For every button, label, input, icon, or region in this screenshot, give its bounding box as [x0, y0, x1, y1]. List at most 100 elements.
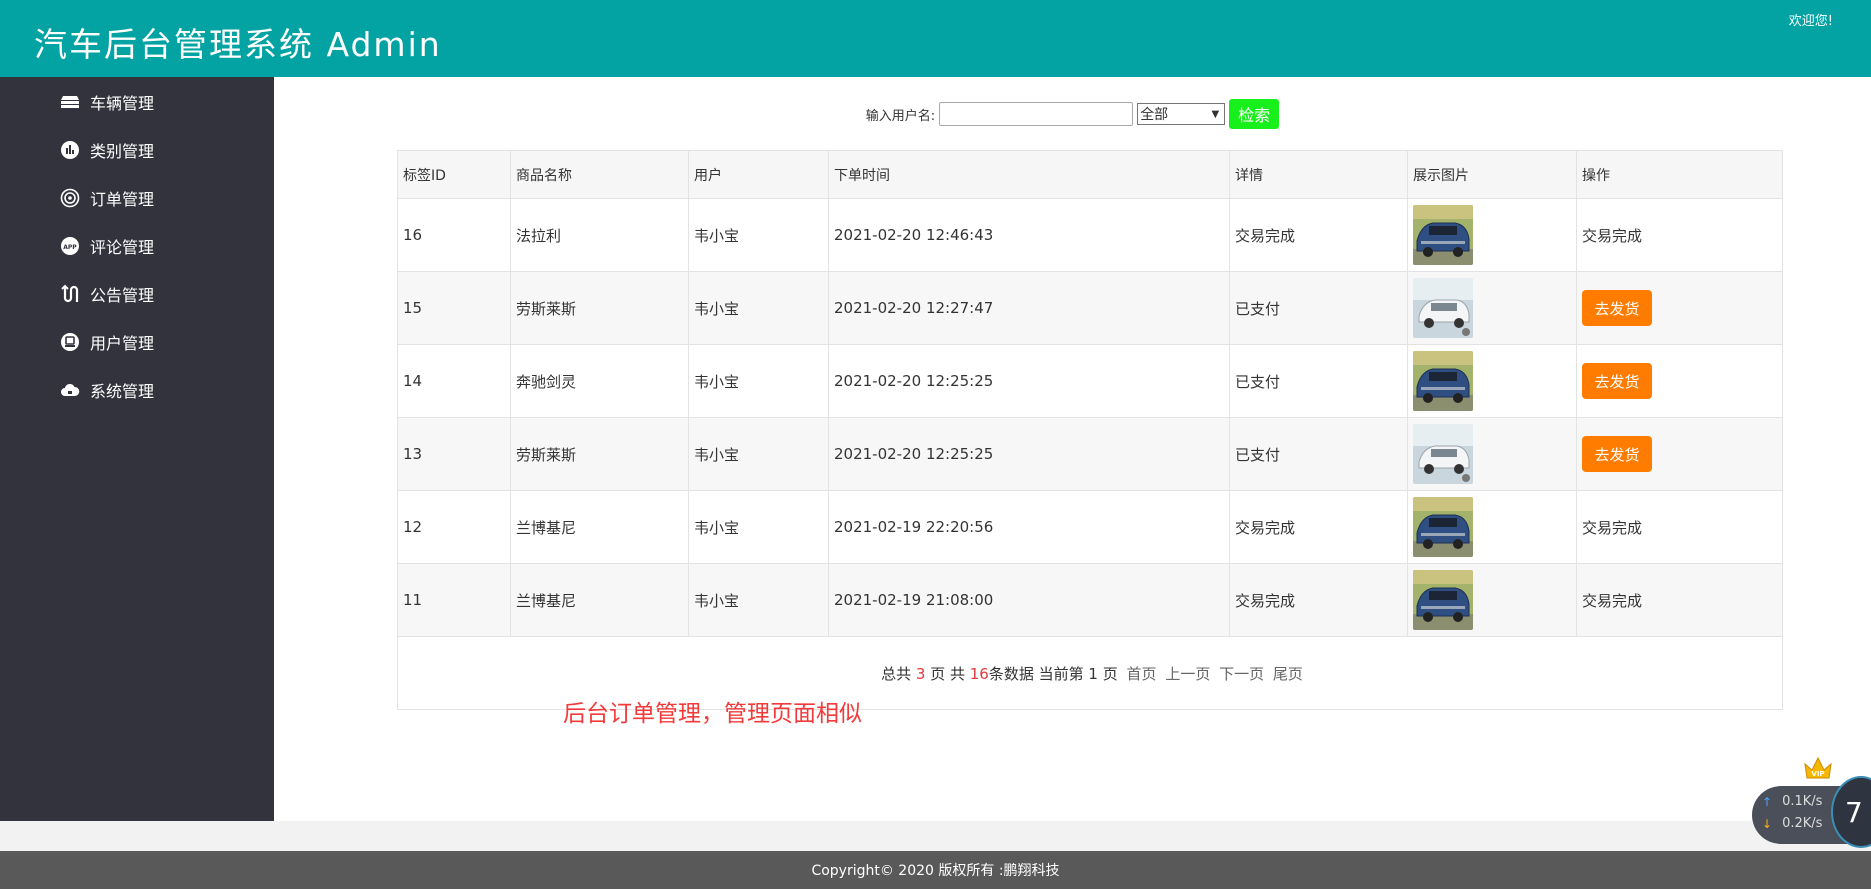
sidebar-item-label: 用户管理: [90, 334, 155, 353]
table-row: 11 兰博基尼 韦小宝 2021-02-19 21:08:00 交易完成 交易完成: [397, 563, 1783, 637]
order-time-cell: 2021-02-19 21:08:00: [828, 563, 1230, 637]
sidebar-item-label: 订单管理: [90, 190, 155, 209]
order-id-cell: 15: [397, 271, 511, 345]
detail-cell: 已支付: [1229, 417, 1408, 491]
pager-text: 总共: [881, 664, 912, 683]
total-pages: 3: [915, 664, 926, 683]
action-cell: 去发货: [1576, 417, 1783, 491]
product-name-cell: 奔驰剑灵: [510, 344, 689, 418]
total-records: 16: [969, 664, 989, 683]
first-page-link[interactable]: 首页: [1127, 665, 1157, 683]
user-icon: [58, 330, 82, 354]
current-page: 1: [1088, 664, 1098, 683]
car-image: [1413, 351, 1473, 411]
table-row: 16 法拉利 韦小宝 2021-02-20 12:46:43 交易完成 交易完成: [397, 198, 1783, 272]
last-page-link[interactable]: 尾页: [1273, 665, 1303, 683]
column-header: 展示图片: [1407, 150, 1577, 199]
detail-cell: 交易完成: [1229, 490, 1408, 564]
order-id-cell: 12: [397, 490, 511, 564]
product-name-cell: 劳斯莱斯: [510, 417, 689, 491]
table-row: 13 劳斯莱斯 韦小宝 2021-02-20 12:25:25 已支付 去发货: [397, 417, 1783, 491]
upload-speed: ↑ 0.1K/s: [1762, 794, 1822, 809]
footer: Copyright© 2020 版权所有 :鹏翔科技: [0, 851, 1871, 889]
user-cell: 韦小宝: [688, 344, 829, 418]
image-cell: [1407, 198, 1577, 272]
pager-text: 页: [1102, 664, 1118, 683]
product-name-cell: 兰博基尼: [510, 563, 689, 637]
app-icon: APP: [58, 234, 82, 258]
column-header: 详情: [1229, 150, 1408, 199]
sidebar: 车辆管理 类别管理 订单管理 APP 评论管理 公告管理 用户管理 系统管理: [0, 77, 274, 821]
car-image: [1413, 570, 1473, 630]
vip-label: VIP: [1811, 770, 1824, 778]
image-cell: [1407, 344, 1577, 418]
order-time-cell: 2021-02-20 12:46:43: [828, 198, 1230, 272]
svg-text:APP: APP: [63, 244, 77, 251]
sidebar-item-label: 系统管理: [90, 382, 155, 401]
image-cell: [1407, 563, 1577, 637]
detail-cell: 交易完成: [1229, 563, 1408, 637]
status-filter-select[interactable]: 全部 ▼: [1137, 103, 1226, 125]
user-cell: 韦小宝: [688, 198, 829, 272]
download-speed-value: 0.2K/s: [1782, 816, 1823, 831]
filter-selected-value: 全部: [1140, 107, 1169, 123]
column-header: 用户: [688, 150, 829, 199]
action-cell: 交易完成: [1576, 563, 1783, 637]
action-status-text: 交易完成: [1582, 226, 1643, 245]
sidebar-item-comments[interactable]: APP 评论管理: [58, 231, 258, 261]
crown-icon: VIP: [1804, 756, 1832, 786]
image-cell: [1407, 271, 1577, 345]
username-search-input[interactable]: [939, 102, 1134, 126]
table-row: 12 兰博基尼 韦小宝 2021-02-19 22:20:56 交易完成 交易完成: [397, 490, 1783, 564]
detail-cell: 交易完成: [1229, 198, 1408, 272]
column-header: 操作: [1576, 150, 1783, 199]
ship-order-button[interactable]: 去发货: [1582, 436, 1652, 472]
order-id-cell: 11: [397, 563, 511, 637]
gauge-number: 7: [1845, 795, 1863, 829]
dropdown-arrow-icon: ▼: [1211, 108, 1220, 120]
sidebar-item-categories[interactable]: 类别管理: [58, 135, 258, 165]
target-icon: [58, 186, 82, 210]
action-status-text: 交易完成: [1582, 518, 1643, 537]
ship-order-button[interactable]: 去发货: [1582, 290, 1652, 326]
column-header: 商品名称: [510, 150, 689, 199]
image-cell: [1407, 490, 1577, 564]
user-cell: 韦小宝: [688, 271, 829, 345]
order-time-cell: 2021-02-20 12:27:47: [828, 271, 1230, 345]
sidebar-item-label: 车辆管理: [90, 94, 155, 113]
action-status-text: 交易完成: [1582, 591, 1643, 610]
order-time-cell: 2021-02-20 12:25:25: [828, 417, 1230, 491]
ship-order-button[interactable]: 去发货: [1582, 363, 1652, 399]
product-name-cell: 兰博基尼: [510, 490, 689, 564]
sidebar-item-label: 评论管理: [90, 238, 155, 257]
search-button[interactable]: 检索: [1229, 99, 1280, 129]
table-header-row: 标签ID 商品名称 用户 下单时间 详情 展示图片 操作: [397, 150, 1783, 199]
cloud-icon: [58, 378, 82, 402]
sidebar-item-vehicles[interactable]: 车辆管理: [58, 87, 258, 117]
column-header: 下单时间: [828, 150, 1230, 199]
sidebar-item-orders[interactable]: 订单管理: [58, 183, 258, 213]
download-arrow-icon: ↓: [1762, 816, 1773, 831]
table-row: 14 奔驰剑灵 韦小宝 2021-02-20 12:25:25 已支付 去发货: [397, 344, 1783, 418]
car-image: [1413, 205, 1473, 265]
sidebar-item-users[interactable]: 用户管理: [58, 327, 258, 357]
prev-page-link[interactable]: 上一页: [1165, 665, 1210, 683]
car-image: [1413, 497, 1473, 557]
order-id-cell: 13: [397, 417, 511, 491]
search-bar: 输入用户名: 全部 ▼ 检索: [274, 99, 1871, 129]
sidebar-item-label: 公告管理: [90, 286, 155, 305]
order-time-cell: 2021-02-20 12:25:25: [828, 344, 1230, 418]
orders-table: 标签ID 商品名称 用户 下单时间 详情 展示图片 操作 16 法拉利 韦小宝 202…: [397, 150, 1783, 710]
action-cell: 去发货: [1576, 344, 1783, 418]
sidebar-item-notices[interactable]: 公告管理: [58, 279, 258, 309]
next-page-link[interactable]: 下一页: [1219, 665, 1264, 683]
sidebar-item-system[interactable]: 系统管理: [58, 375, 258, 405]
swap-icon: [58, 282, 82, 306]
action-cell: 交易完成: [1576, 490, 1783, 564]
main-content: 输入用户名: 全部 ▼ 检索 标签ID 商品名称 用户 下单时间 详情 展示图片…: [274, 77, 1871, 821]
download-speed: ↓ 0.2K/s: [1762, 816, 1822, 831]
image-cell: [1407, 417, 1577, 491]
order-time-cell: 2021-02-19 22:20:56: [828, 490, 1230, 564]
pager-text: 条数据 当前第: [988, 664, 1084, 683]
user-cell: 韦小宝: [688, 417, 829, 491]
